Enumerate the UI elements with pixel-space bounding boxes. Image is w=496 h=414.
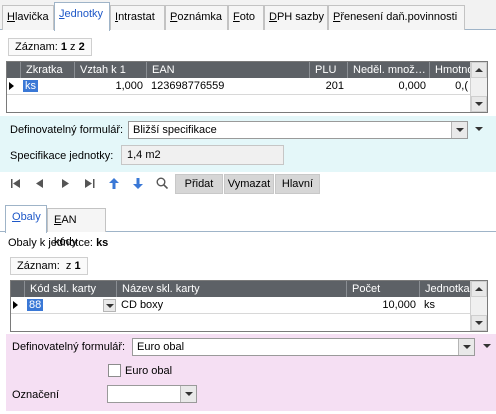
oznaceni-select[interactable] xyxy=(107,385,197,403)
packaging-record-counter: Záznam: z 1 xyxy=(10,257,88,275)
scroll-down-icon xyxy=(475,102,483,106)
scroll-up-icon xyxy=(475,287,483,291)
packaging-definable-form-select[interactable]: Euro obal xyxy=(132,338,475,356)
packaging-definable-form-label: Definovatelný formulář: xyxy=(12,341,126,353)
units-form-menu-icon[interactable] xyxy=(475,127,483,131)
tab-poznamka[interactable]: Poznámka xyxy=(165,5,228,30)
col-zkratka[interactable]: Zkratka xyxy=(21,62,75,78)
cell-dropdown-button[interactable] xyxy=(103,299,116,312)
add-button[interactable]: Přidat xyxy=(175,174,223,194)
packaging-form-menu-icon[interactable] xyxy=(483,344,491,348)
col-nazev-skl-karty[interactable]: Název skl. karty xyxy=(117,281,347,297)
chevron-down-icon xyxy=(462,345,471,349)
cell-kod[interactable]: 88 xyxy=(25,297,117,314)
units-grid[interactable]: Zkratka Vztah k 1 EAN PLU Neděl. množ… H… xyxy=(6,61,488,113)
cell-pocet[interactable]: 10,000 xyxy=(347,297,420,314)
scroll-down-icon xyxy=(475,321,483,325)
cell-nazev[interactable]: CD boxy xyxy=(117,297,347,314)
packaging-form-panel: Definovatelný formulář: Euro obal Euro o… xyxy=(6,334,496,411)
delete-button[interactable]: Vymazat xyxy=(224,174,274,194)
tab-jednotky[interactable]: Jednotky xyxy=(54,2,110,31)
col-ean[interactable]: EAN xyxy=(147,62,310,78)
dropdown-button[interactable] xyxy=(451,122,467,138)
next-record-icon[interactable] xyxy=(57,175,73,191)
cell-ean[interactable]: 123698776559 xyxy=(147,78,310,95)
col-hmotnost[interactable]: Hmotno xyxy=(430,62,472,78)
euro-obal-label: Euro obal xyxy=(125,365,173,377)
main-button[interactable]: Hlavní xyxy=(275,174,320,194)
chevron-down-icon xyxy=(105,303,114,308)
oznaceni-label: Označení xyxy=(12,389,60,401)
col-jednotka[interactable]: Jednotka xyxy=(420,281,472,297)
tab-hlavicka[interactable]: Hlavička xyxy=(2,5,54,30)
cell-plu[interactable]: 201 xyxy=(310,78,348,95)
grid-corner xyxy=(7,62,21,78)
chevron-down-icon xyxy=(184,392,193,396)
cell-hmotnost[interactable]: 0,( xyxy=(430,78,472,95)
main-tab-strip: Hlavička Jednotky Intrastat Poznámka Fot… xyxy=(0,0,496,31)
current-row-marker xyxy=(13,301,18,309)
cell-vztah[interactable]: 1,000 xyxy=(75,78,147,95)
packaging-caption: Obaly k jednotce: ks xyxy=(8,237,109,249)
unit-spec-field[interactable]: 1,4 m2 xyxy=(121,145,284,165)
unit-spec-value: 1,4 m2 xyxy=(127,149,161,161)
first-record-icon[interactable] xyxy=(8,175,24,191)
scroll-up-button[interactable] xyxy=(471,281,487,297)
scroll-up-button[interactable] xyxy=(471,62,487,78)
scroll-down-button[interactable] xyxy=(471,315,487,331)
chevron-down-icon xyxy=(455,128,464,132)
euro-obal-checkbox[interactable] xyxy=(108,364,121,377)
scroll-down-button[interactable] xyxy=(471,96,487,112)
current-row-marker xyxy=(9,82,14,90)
units-grid-header: Zkratka Vztah k 1 EAN PLU Neděl. množ… H… xyxy=(7,62,487,78)
packaging-definable-form-value: Euro obal xyxy=(137,341,185,353)
col-kod-skl-karty[interactable]: Kód skl. karty xyxy=(25,281,117,297)
units-record-counter: Záznam: 1 z 2 xyxy=(8,38,92,56)
units-definable-form-label: Definovatelný formulář: xyxy=(10,124,124,136)
col-plu[interactable]: PLU xyxy=(310,62,348,78)
last-record-icon[interactable] xyxy=(82,175,98,191)
scroll-up-icon xyxy=(475,68,483,72)
tab-foto[interactable]: Foto xyxy=(228,5,264,30)
col-vztah[interactable]: Vztah k 1 xyxy=(75,62,147,78)
cell-jednotka[interactable]: ks xyxy=(420,297,472,314)
move-up-icon[interactable] xyxy=(106,175,122,191)
packaging-grid[interactable]: Kód skl. karty Název skl. karty Počet Je… xyxy=(10,280,488,332)
dropdown-button[interactable] xyxy=(180,386,196,402)
col-nedel-mnoz[interactable]: Neděl. množ… xyxy=(348,62,430,78)
units-definable-form-select[interactable]: Bližší specifikace xyxy=(128,121,468,139)
tab-dph-sazby[interactable]: DPH sazby xyxy=(264,5,328,30)
table-row[interactable]: 88 CD boxy 10,000 ks xyxy=(11,297,487,314)
cell-nedel[interactable]: 0,000 xyxy=(348,78,430,95)
tab-preneseni-dane[interactable]: Přenesení daň.povinnosti xyxy=(328,5,465,30)
move-down-icon[interactable] xyxy=(130,175,146,191)
units-definable-form-value: Bližší specifikace xyxy=(133,124,217,136)
col-pocet[interactable]: Počet xyxy=(347,281,420,297)
packaging-tab-strip: Obaly EAN kódy xyxy=(0,205,496,248)
packaging-grid-header: Kód skl. karty Název skl. karty Počet Je… xyxy=(11,281,487,297)
units-form-panel: Definovatelný formulář: Bližší specifika… xyxy=(0,116,496,172)
units-grid-scrollbar[interactable] xyxy=(470,62,487,112)
tab-obaly[interactable]: Obaly xyxy=(5,205,47,233)
tab-ean-kody[interactable]: EAN kódy xyxy=(47,208,106,248)
grid-corner xyxy=(11,281,25,297)
prev-record-icon[interactable] xyxy=(32,175,48,191)
packaging-grid-scrollbar[interactable] xyxy=(470,281,487,331)
tab-intrastat[interactable]: Intrastat xyxy=(110,5,165,30)
cell-zkratka[interactable]: ks xyxy=(21,78,75,95)
dropdown-button[interactable] xyxy=(458,339,474,355)
search-icon[interactable] xyxy=(154,175,170,191)
unit-spec-label: Specifikace jednotky: xyxy=(10,150,114,162)
table-row[interactable]: ks 1,000 123698776559 201 0,000 0,( xyxy=(7,78,487,95)
